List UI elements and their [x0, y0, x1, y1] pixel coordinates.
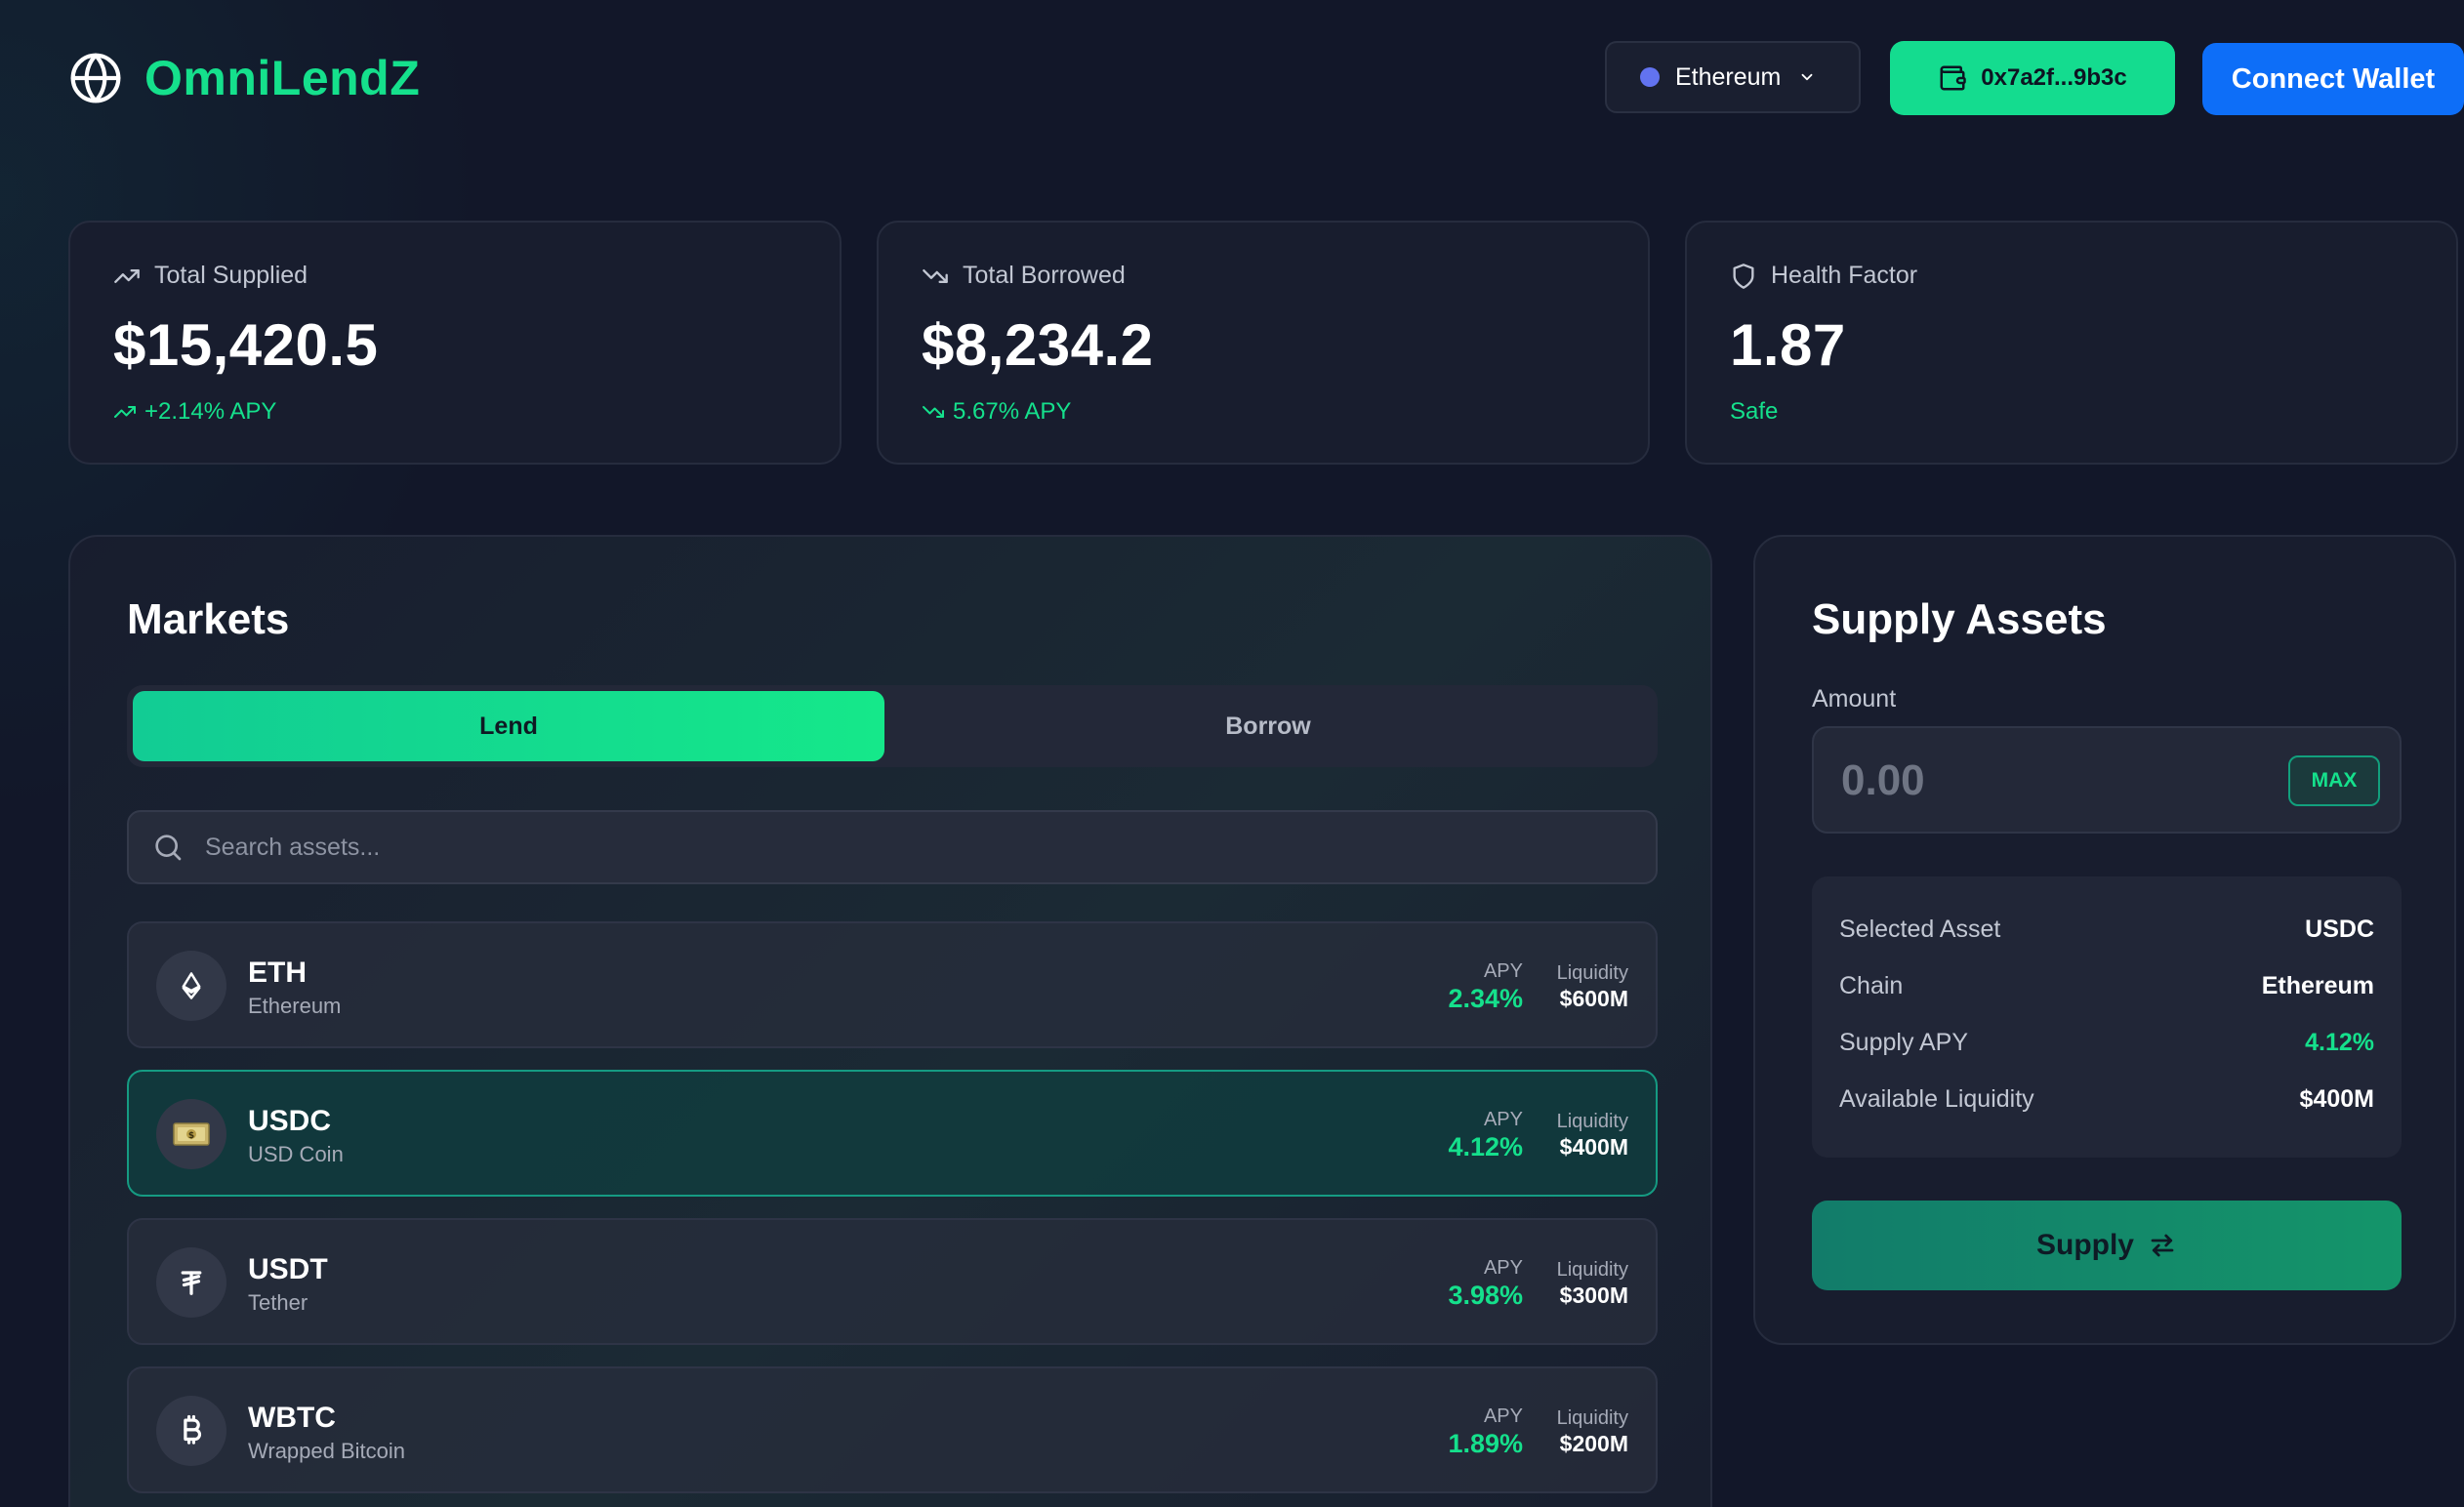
apy-value: 4.12%	[1448, 1132, 1523, 1161]
dollar-bill-icon: $	[156, 1099, 226, 1169]
search-input[interactable]	[205, 833, 1656, 862]
detail-key: Selected Asset	[1839, 915, 2001, 943]
asset-symbol: WBTC	[248, 1402, 336, 1434]
swap-arrows-icon	[2151, 1234, 2174, 1257]
amount-box: MAX	[1812, 726, 2402, 834]
asset-symbol: ETH	[248, 957, 307, 989]
asset-symbol: USDT	[248, 1253, 328, 1285]
network-dot-icon	[1640, 67, 1660, 87]
apy-value: 2.34%	[1448, 984, 1523, 1013]
apy-value: 1.89%	[1448, 1429, 1523, 1458]
apy-value: 3.98%	[1448, 1281, 1523, 1310]
liquidity-value: $600M	[1559, 986, 1628, 1011]
amount-input[interactable]	[1841, 752, 2251, 810]
apy-label: APY	[1483, 1405, 1523, 1427]
stat-label: Total Borrowed	[963, 262, 1126, 289]
app-root: OmniLendZ Ethereum 0x7a2f...9b3c Connect…	[0, 0, 2464, 1507]
detail-row-available-liquidity: Available Liquidity $400M	[1839, 1079, 2374, 1119]
detail-key: Available Liquidity	[1839, 1084, 2034, 1113]
header: OmniLendZ Ethereum 0x7a2f...9b3c Connect…	[68, 41, 2464, 117]
stat-value: $15,420.5	[113, 312, 379, 378]
wallet-address-button[interactable]: 0x7a2f...9b3c	[1890, 41, 2175, 115]
amount-label: Amount	[1812, 685, 1897, 713]
liquidity-label: Liquidity	[1556, 962, 1628, 984]
detail-value: Ethereum	[2261, 971, 2374, 999]
lend-borrow-tabs: Lend Borrow	[127, 685, 1658, 767]
svg-text:$: $	[188, 1131, 194, 1141]
asset-name: Ethereum	[248, 994, 342, 1018]
globe-icon	[70, 53, 121, 103]
stat-sub: 5.67% APY	[953, 398, 1072, 425]
detail-key: Chain	[1839, 971, 1904, 999]
supply-panel: Supply Assets Amount MAX Selected Asset …	[1753, 535, 2456, 1345]
health-status: Safe	[1730, 398, 1779, 425]
detail-value: USDC	[2305, 915, 2374, 943]
search-icon	[155, 835, 182, 861]
detail-row-supply-apy: Supply APY 4.12%	[1839, 1023, 2374, 1062]
markets-panel: Markets Lend Borrow ETH Ethereum APY 2.3…	[68, 535, 1712, 1507]
apy-label: APY	[1483, 1109, 1523, 1130]
asset-row-eth[interactable]: ETH Ethereum APY 2.34% Liquidity $600M	[127, 921, 1658, 1048]
supply-title: Supply Assets	[1812, 595, 2107, 643]
asset-row-usdt[interactable]: USDT Tether APY 3.98% Liquidity $300M	[127, 1218, 1658, 1345]
wallet-address: 0x7a2f...9b3c	[1981, 64, 2127, 91]
ethereum-icon	[156, 951, 226, 1021]
liquidity-value: $400M	[1559, 1134, 1628, 1160]
stat-card-total-borrowed: Total Borrowed $8,234.2 5.67% APY	[877, 221, 1650, 465]
brand[interactable]: OmniLendZ	[68, 49, 420, 107]
detail-key: Supply APY	[1839, 1028, 1969, 1056]
chevron-down-icon	[1801, 73, 1813, 81]
trending-down-icon	[923, 406, 944, 418]
brand-name: OmniLendZ	[144, 51, 421, 105]
stat-label: Total Supplied	[154, 262, 308, 289]
stat-sub: +2.14% APY	[144, 398, 277, 425]
trending-up-icon	[114, 406, 136, 418]
stat-value: 1.87	[1730, 312, 1846, 378]
stat-card-health-factor: Health Factor 1.87 Safe	[1685, 221, 2458, 465]
stat-label: Health Factor	[1771, 262, 1918, 289]
tab-lend[interactable]: Lend	[133, 691, 884, 761]
trending-down-icon	[923, 268, 948, 283]
asset-symbol: USDC	[248, 1105, 332, 1137]
shield-icon	[1733, 263, 1754, 289]
detail-row-chain: Chain Ethereum	[1839, 966, 2374, 1005]
supply-button[interactable]: Supply	[1812, 1201, 2402, 1290]
trending-up-icon	[114, 268, 140, 283]
apy-label: APY	[1483, 1257, 1523, 1279]
asset-row-usdc[interactable]: $ USDC USD Coin APY 4.12% Liquidity $400…	[127, 1070, 1658, 1197]
liquidity-label: Liquidity	[1556, 1407, 1628, 1429]
detail-value: $400M	[2299, 1084, 2374, 1113]
stat-value: $8,234.2	[922, 312, 1154, 378]
apy-label: APY	[1483, 960, 1523, 982]
liquidity-label: Liquidity	[1556, 1111, 1628, 1132]
network-selector[interactable]: Ethereum	[1605, 41, 1861, 113]
supply-button-label: Supply	[2035, 1229, 2134, 1261]
liquidity-value: $300M	[1559, 1283, 1628, 1308]
search-bar	[127, 810, 1658, 884]
supply-details: Selected Asset USDC Chain Ethereum Suppl…	[1812, 876, 2402, 1158]
detail-value: 4.12%	[2305, 1028, 2374, 1056]
tether-icon	[156, 1247, 226, 1318]
network-label: Ethereum	[1675, 62, 1782, 91]
asset-name: Wrapped Bitcoin	[248, 1439, 406, 1463]
tab-borrow[interactable]: Borrow	[884, 691, 1652, 761]
detail-row-selected-asset: Selected Asset USDC	[1839, 910, 2374, 949]
bitcoin-icon	[156, 1396, 226, 1466]
asset-name: USD Coin	[248, 1142, 344, 1166]
markets-title: Markets	[127, 595, 290, 643]
connect-wallet-button[interactable]: Connect Wallet	[2202, 43, 2464, 115]
asset-row-wbtc[interactable]: WBTC Wrapped Bitcoin APY 1.89% Liquidity…	[127, 1366, 1658, 1493]
asset-name: Tether	[248, 1290, 308, 1315]
liquidity-label: Liquidity	[1556, 1259, 1628, 1281]
max-button[interactable]: MAX	[2288, 755, 2380, 806]
wallet-icon	[1940, 65, 1967, 91]
stat-card-total-supplied: Total Supplied $15,420.5 +2.14% APY	[68, 221, 842, 465]
liquidity-value: $200M	[1559, 1431, 1628, 1456]
